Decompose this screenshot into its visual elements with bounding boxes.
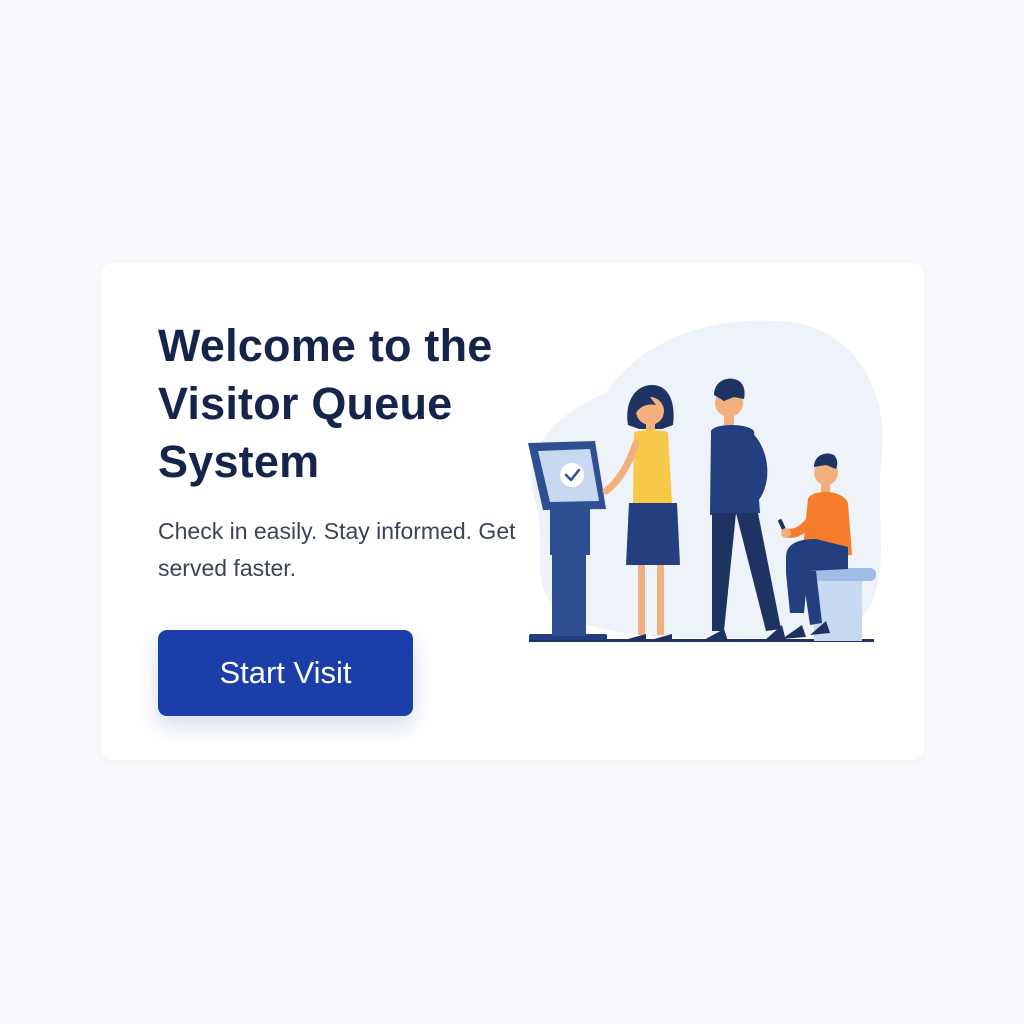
page-subtitle: Check in easily. Stay informed. Get serv… (158, 518, 516, 581)
check-circle-icon (560, 463, 584, 487)
welcome-card: Welcome to the Visitor Queue System Chec… (101, 263, 924, 760)
start-visit-button[interactable]: Start Visit (158, 630, 413, 716)
queue-illustration (528, 320, 883, 642)
